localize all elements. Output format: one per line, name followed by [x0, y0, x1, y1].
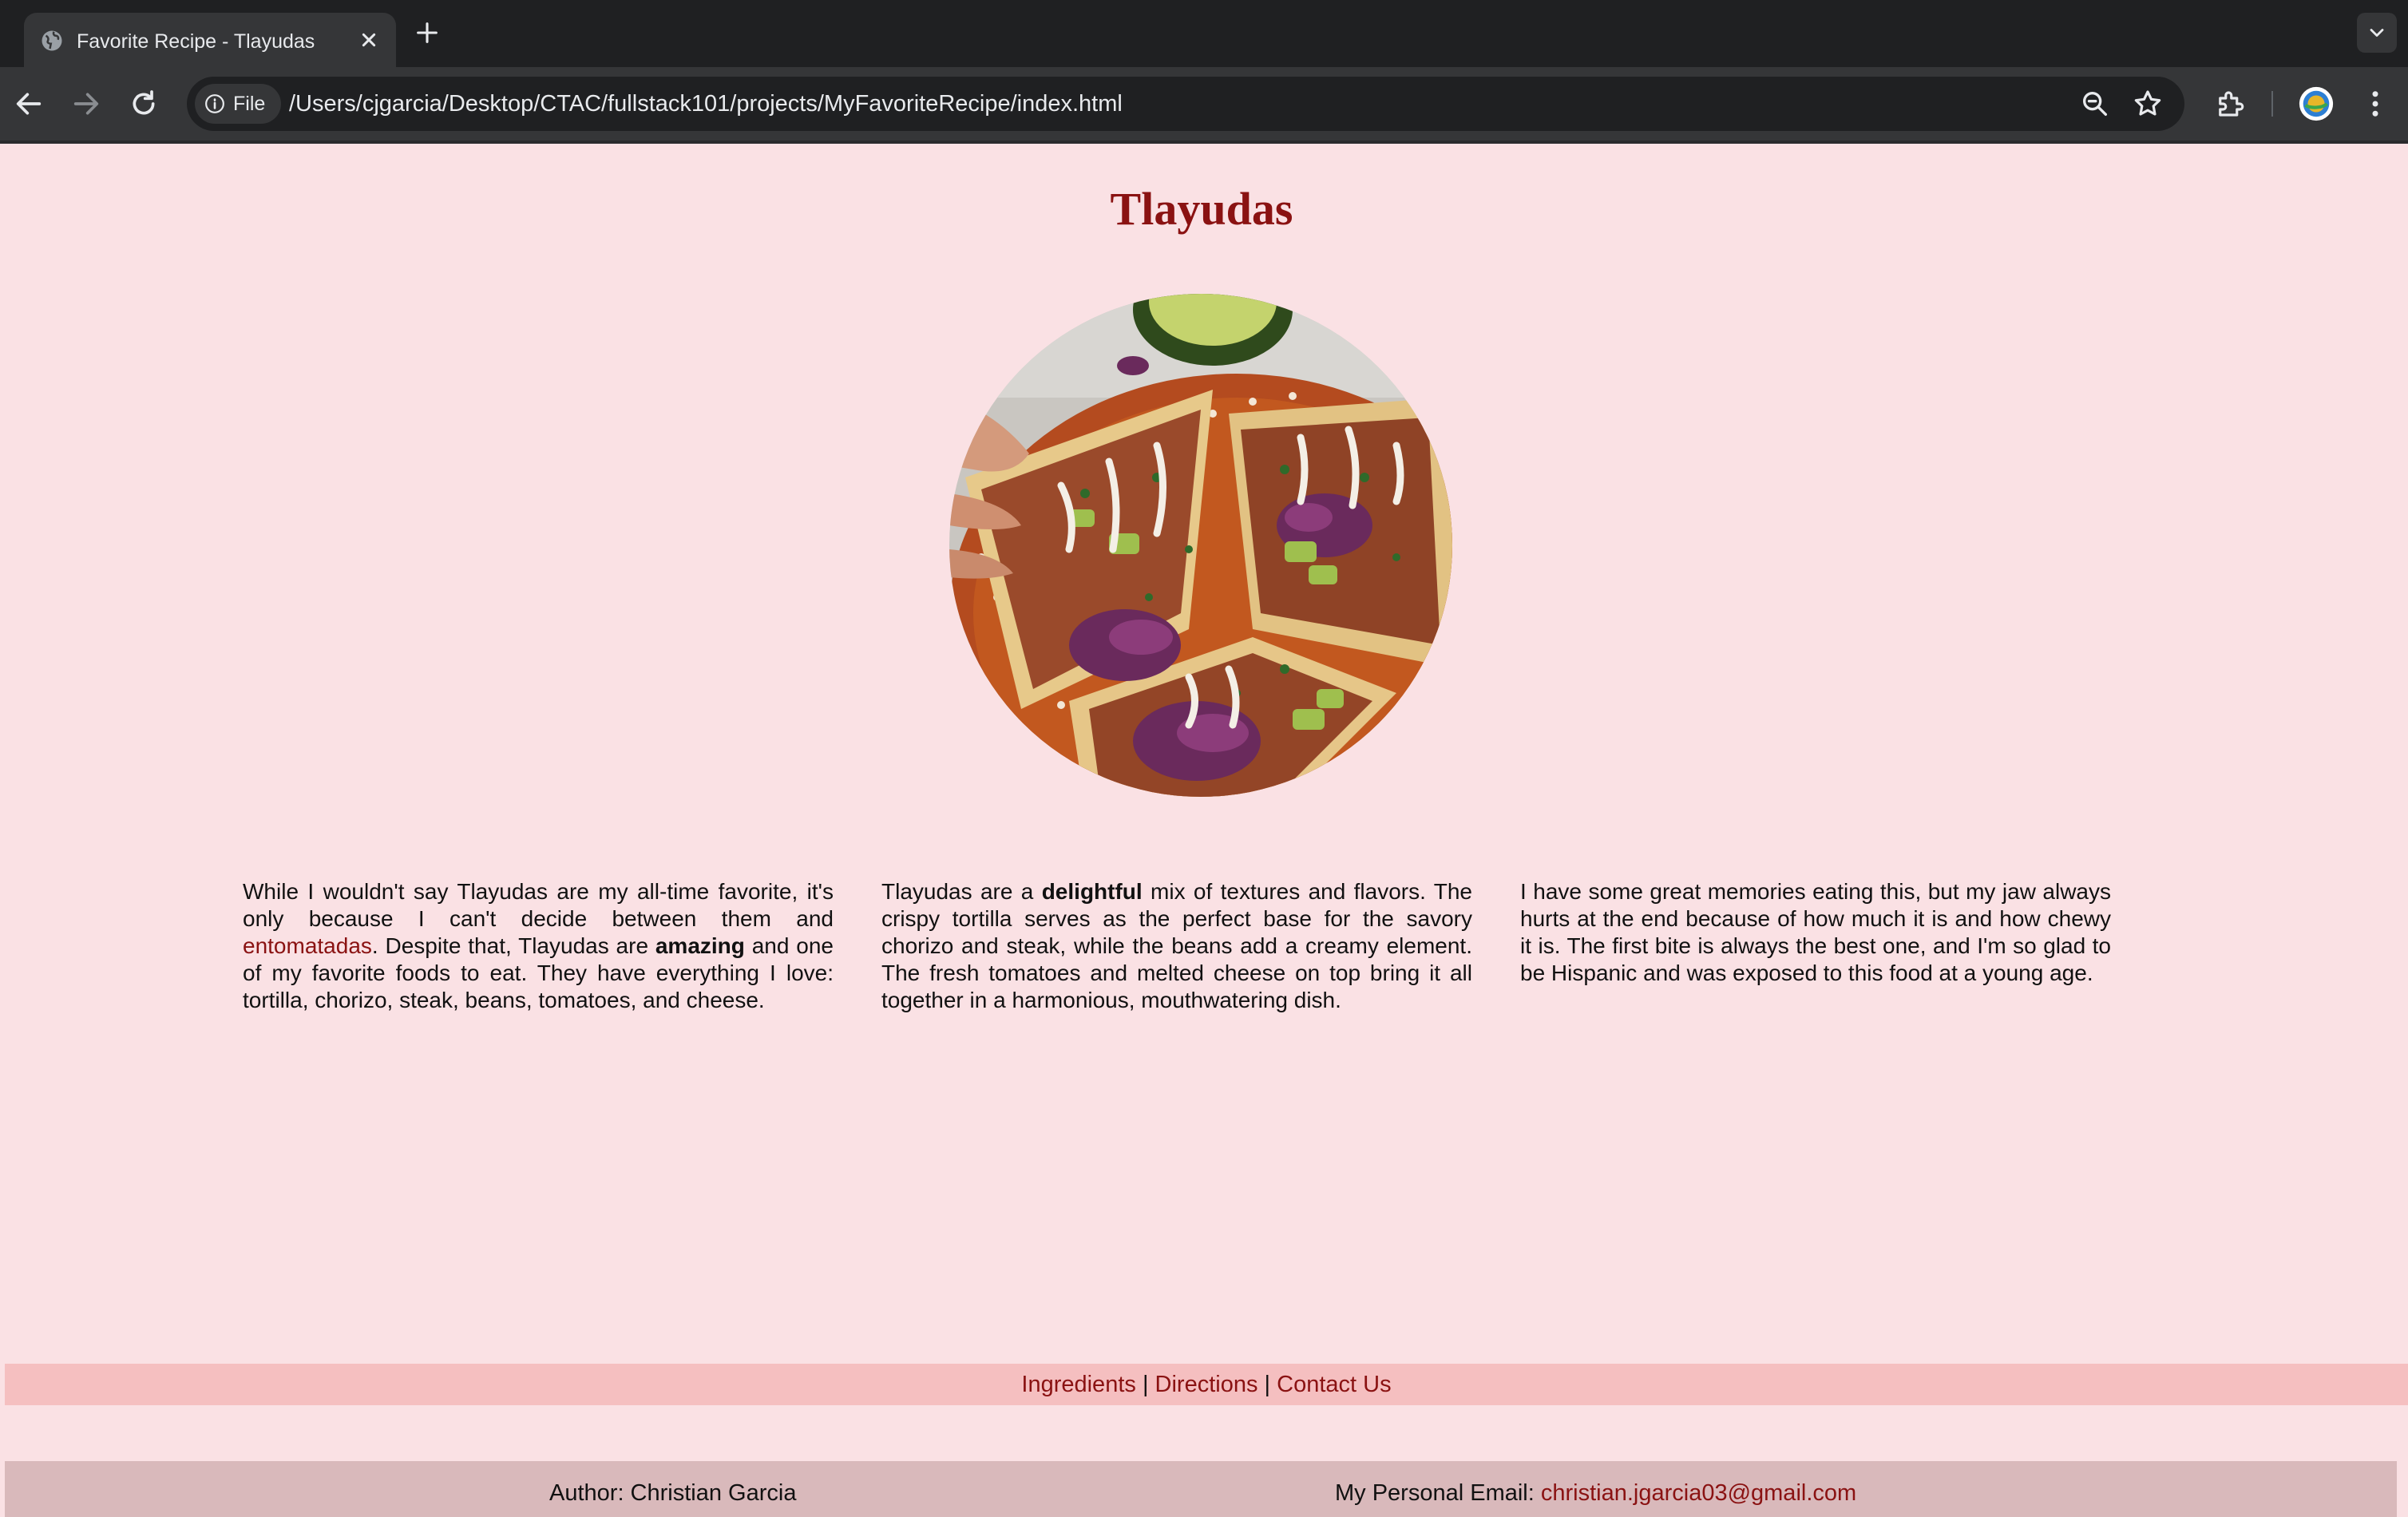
globe-icon: [42, 30, 62, 51]
page-content: Tlayudas While I wouldn't say Tlayudas a…: [0, 144, 2408, 1517]
browser-tab-active[interactable]: Favorite Recipe - Tlayudas: [24, 13, 396, 67]
reload-icon[interactable]: [128, 88, 160, 120]
back-arrow-icon[interactable]: [13, 88, 45, 120]
address-bar[interactable]: File /Users/cjgarcia/Desktop/CTAC/fullst…: [187, 77, 2184, 131]
intro-columns: While I wouldn't say Tlayudas are my all…: [243, 878, 2111, 1012]
nav-link-contact[interactable]: Contact Us: [1277, 1372, 1391, 1397]
author-text: Author: Christian Garcia: [549, 1480, 797, 1506]
site-info-chip[interactable]: File: [195, 84, 281, 124]
entomatadas-link[interactable]: entomatadas: [243, 933, 372, 958]
more-vert-icon[interactable]: [2358, 87, 2392, 121]
tlayudas-image: [949, 294, 1452, 797]
profile-avatar[interactable]: [2298, 85, 2335, 122]
browser-toolbar: File /Users/cjgarcia/Desktop/CTAC/fullst…: [0, 67, 2408, 141]
email-line: My Personal Email: christian.jgarcia03@g…: [1335, 1480, 1856, 1507]
chevron-down-icon: [2370, 29, 2384, 37]
extensions-icon[interactable]: [2213, 87, 2247, 121]
plus-icon[interactable]: [414, 19, 441, 46]
page-footer: Author: Christian Garcia My Personal Ema…: [5, 1461, 2397, 1517]
column-text: While I wouldn't say Tlayudas are my all…: [243, 879, 834, 931]
nav-separator: |: [1257, 1372, 1277, 1397]
column-text: . Despite that, Tlayudas are: [371, 933, 655, 958]
recipe-nav: Ingredients | Directions | Contact Us: [5, 1364, 2408, 1405]
nav-separator: |: [1135, 1372, 1155, 1397]
emphasis-text: delightful: [1041, 879, 1143, 904]
nav-link-ingredients[interactable]: Ingredients: [1021, 1372, 1136, 1397]
column-text: Tlayudas are a: [881, 879, 1042, 904]
column-text: I have some great memories eating this, …: [1520, 879, 2111, 985]
url-text[interactable]: /Users/cjgarcia/Desktop/CTAC/fullstack10…: [289, 91, 1123, 117]
info-icon: [205, 94, 224, 113]
browser-tab-strip: Favorite Recipe - Tlayudas: [0, 0, 2408, 67]
star-icon[interactable]: [2132, 88, 2164, 120]
tab-title: Favorite Recipe - Tlayudas: [77, 30, 315, 53]
nav-link-directions[interactable]: Directions: [1155, 1372, 1258, 1397]
page-title: Tlayudas: [1110, 183, 1293, 235]
tab-search-button[interactable]: [2357, 13, 2397, 53]
zoom-icon[interactable]: [2079, 88, 2111, 120]
column-favorite: While I wouldn't say Tlayudas are my all…: [243, 878, 834, 1014]
site-info-label: File: [233, 93, 266, 115]
column-memories: I have some great memories eating this, …: [1520, 878, 2111, 987]
emphasis-text: amazing: [655, 933, 745, 958]
email-label: My Personal Email:: [1335, 1480, 1541, 1506]
email-link[interactable]: christian.jgarcia03@gmail.com: [1541, 1480, 1856, 1506]
column-flavors: Tlayudas are a delightful mix of texture…: [881, 878, 1472, 1014]
forward-arrow-icon[interactable]: [70, 88, 102, 120]
close-icon[interactable]: [356, 27, 382, 53]
toolbar-divider: [2271, 91, 2273, 117]
